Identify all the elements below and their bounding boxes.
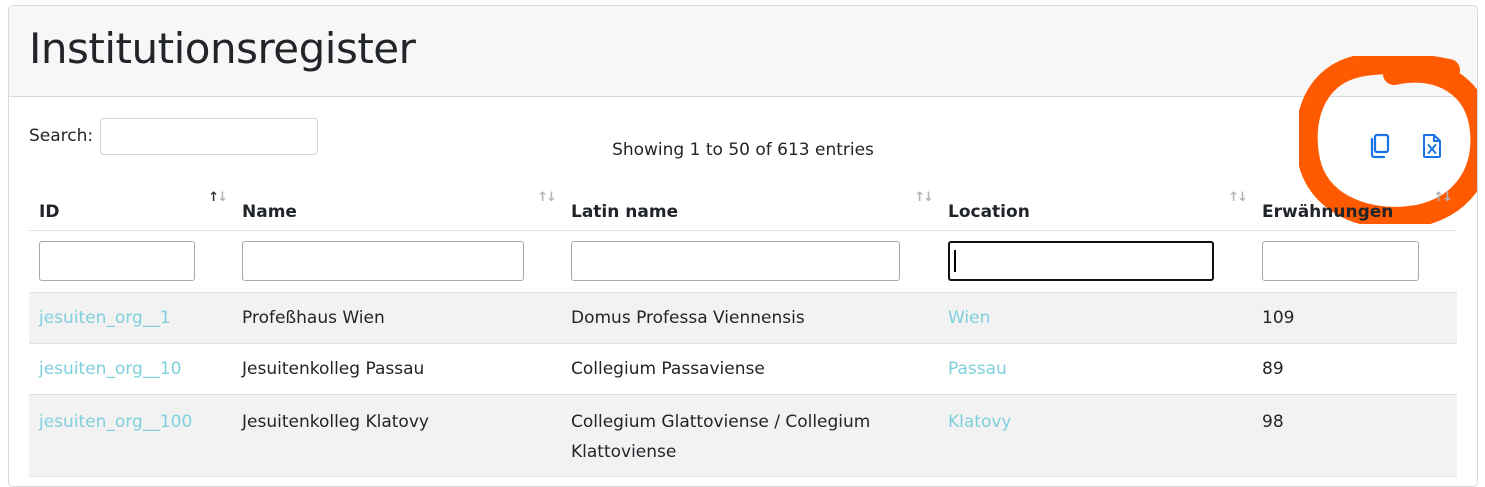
column-header-latin-name[interactable]: Latin name ↑↓ <box>561 184 938 231</box>
cell-mentions: 109 <box>1252 292 1457 344</box>
filter-row <box>29 230 1457 293</box>
cell-mentions: 98 <box>1252 394 1457 477</box>
institutions-table: ID ↑↓ Name ↑↓ Latin name ↑↓ Location ↑↓ … <box>29 184 1457 477</box>
cell-latin-name: Collegium Passaviense <box>561 343 938 395</box>
filter-input-location[interactable] <box>948 241 1214 281</box>
page-title: Institutionsregister <box>29 24 416 73</box>
location-link[interactable]: Wien <box>948 308 990 328</box>
filter-input-mentions[interactable] <box>1262 241 1419 281</box>
id-link[interactable]: jesuiten_org__1 <box>39 308 171 328</box>
excel-file-icon <box>1423 134 1441 158</box>
sort-icon: ↑↓ <box>1228 190 1248 205</box>
cell-id: jesuiten_org__100 <box>29 394 232 477</box>
column-header-mentions[interactable]: Erwähnungen ↑↓ <box>1252 184 1457 231</box>
cell-location: Klatovy <box>938 394 1252 477</box>
cell-mentions: 89 <box>1252 343 1457 395</box>
table-row: jesuiten_org__100 Jesuitenkolleg Klatovy… <box>29 394 1457 477</box>
card-header: Institutionsregister <box>9 6 1477 97</box>
column-header-id[interactable]: ID ↑↓ <box>29 184 232 231</box>
id-link[interactable]: jesuiten_org__10 <box>39 359 181 379</box>
column-label: ID <box>39 201 60 222</box>
location-link[interactable]: Klatovy <box>948 412 1011 432</box>
table-header-row: ID ↑↓ Name ↑↓ Latin name ↑↓ Location ↑↓ … <box>29 184 1457 231</box>
cell-location: Passau <box>938 343 1252 395</box>
text-caret <box>954 250 956 272</box>
filter-cell <box>232 230 561 293</box>
filter-input-name[interactable] <box>242 241 524 281</box>
column-header-location[interactable]: Location ↑↓ <box>938 184 1252 231</box>
excel-export-button[interactable] <box>1419 132 1445 160</box>
column-label: Location <box>948 201 1030 222</box>
cell-latin-name: Domus Professa Viennensis <box>561 292 938 344</box>
filter-cell <box>561 230 938 293</box>
filter-cell <box>938 230 1252 293</box>
cell-name: Profeßhaus Wien <box>232 292 561 344</box>
table-info: Showing 1 to 50 of 613 entries <box>612 140 874 160</box>
column-label: Name <box>242 201 297 222</box>
cell-location: Wien <box>938 292 1252 344</box>
cell-id: jesuiten_org__1 <box>29 292 232 344</box>
column-header-name[interactable]: Name ↑↓ <box>232 184 561 231</box>
table-row: jesuiten_org__1 Profeßhaus Wien Domus Pr… <box>29 292 1457 344</box>
column-label: Erwähnungen <box>1262 201 1394 222</box>
column-label: Latin name <box>571 201 679 222</box>
cell-latin-name: Collegium Glattoviense / Collegium Klatt… <box>561 394 938 477</box>
sort-icon: ↑↓ <box>914 190 934 205</box>
cell-name: Jesuitenkolleg Passau <box>232 343 561 395</box>
cell-name: Jesuitenkolleg Klatovy <box>232 394 561 477</box>
cell-id: jesuiten_org__10 <box>29 343 232 395</box>
table-row: jesuiten_org__10 Jesuitenkolleg Passau C… <box>29 343 1457 395</box>
location-link[interactable]: Passau <box>948 359 1007 379</box>
filter-input-latin-name[interactable] <box>571 241 900 281</box>
filter-cell <box>29 230 232 293</box>
sort-icon: ↑↓ <box>537 190 557 205</box>
filter-input-id[interactable] <box>39 241 195 281</box>
sort-icon: ↑↓ <box>1433 190 1453 205</box>
register-card: Institutionsregister Search: Showing 1 t… <box>8 5 1478 487</box>
sort-icon: ↑↓ <box>208 190 228 205</box>
id-link[interactable]: jesuiten_org__100 <box>39 412 192 432</box>
filter-cell <box>1252 230 1457 293</box>
copy-icon <box>1370 133 1390 159</box>
copy-button[interactable] <box>1367 132 1393 160</box>
